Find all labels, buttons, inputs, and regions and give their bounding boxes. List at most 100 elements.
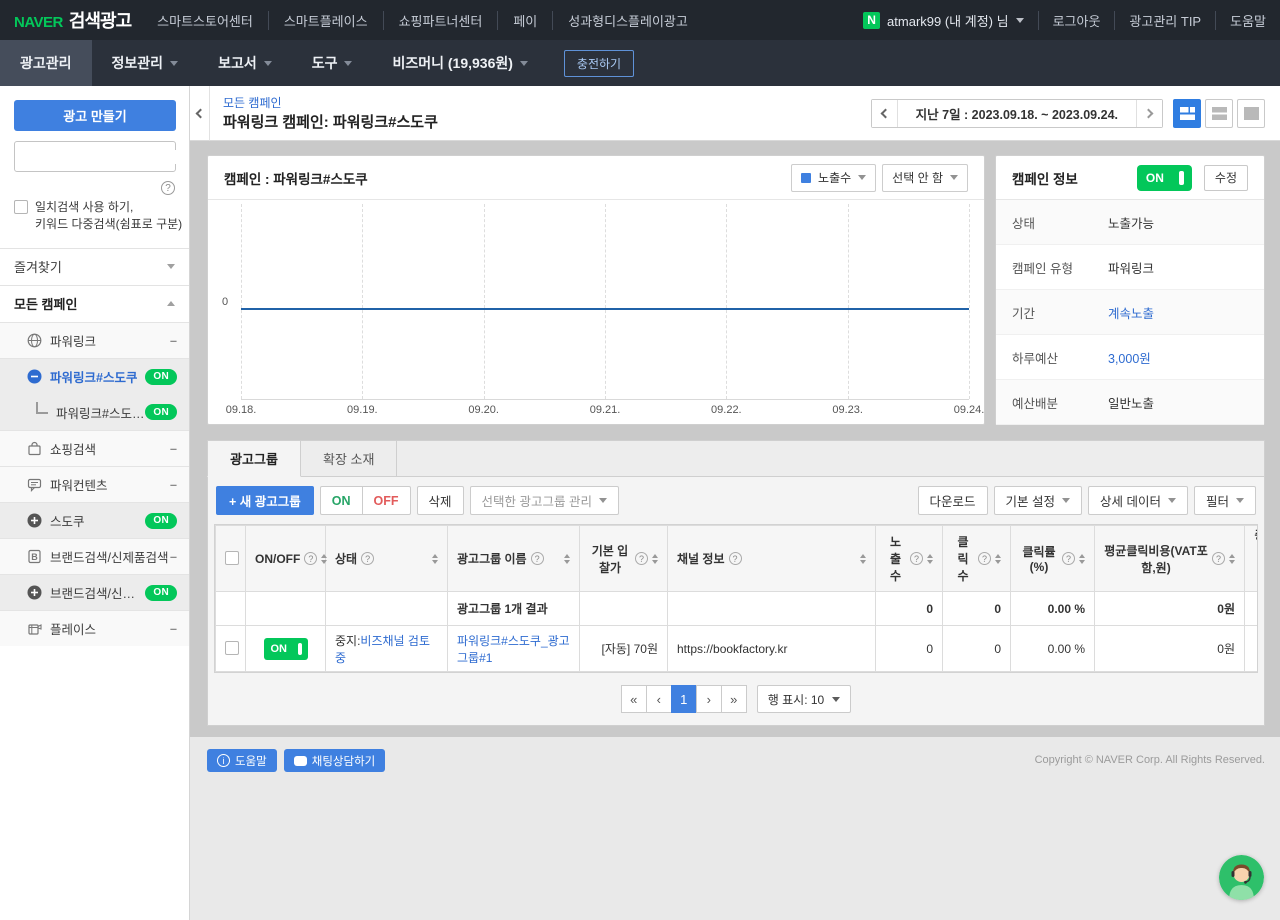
sort-icon[interactable] bbox=[652, 554, 658, 564]
select-all-checkbox[interactable] bbox=[225, 551, 239, 565]
status-badge[interactable]: ON bbox=[145, 369, 177, 385]
collapse-minus-icon[interactable]: – bbox=[170, 442, 177, 456]
top-link[interactable]: 광고관리 TIP bbox=[1114, 11, 1201, 30]
download-button[interactable]: 다운로드 bbox=[918, 486, 988, 515]
column-header-총비용(VAT포함,원)[interactable]: 총비용(VAT포함,원)? bbox=[1245, 526, 1259, 592]
sidebar-item-브랜드검색/신제품검색[interactable]: B브랜드검색/신제품검색– bbox=[0, 538, 189, 574]
status-badge[interactable]: ON bbox=[145, 585, 177, 601]
top-link[interactable]: 도움말 bbox=[1215, 11, 1266, 30]
help-icon[interactable]: ? bbox=[304, 552, 317, 565]
column-header-노출수[interactable]: 노출수? bbox=[876, 526, 943, 592]
collapse-minus-icon[interactable]: – bbox=[170, 550, 177, 564]
basic-setting-dropdown[interactable]: 기본 설정 bbox=[994, 486, 1082, 515]
help-icon[interactable]: ? bbox=[361, 552, 374, 565]
edit-button[interactable]: 수정 bbox=[1204, 165, 1248, 191]
top-menu-item[interactable]: 페이 bbox=[497, 11, 537, 30]
delete-button[interactable]: 삭제 bbox=[417, 486, 464, 515]
sidebar-item-파워링크[interactable]: 파워링크– bbox=[0, 322, 189, 358]
sidebar-item-all-campaigns[interactable]: 모든 캠페인 bbox=[0, 285, 189, 321]
column-header-클릭수[interactable]: 클릭수? bbox=[943, 526, 1011, 592]
column-header-평균클릭비용(VAT포함,원)[interactable]: 평균클릭비용(VAT포함,원)? bbox=[1095, 526, 1245, 592]
help-icon[interactable]: ? bbox=[978, 552, 991, 565]
gnb-item-도구[interactable]: 도구 bbox=[292, 40, 373, 86]
sidebar-item-플레이스[interactable]: 플레이스– bbox=[0, 610, 189, 646]
sidebar-item-파워링크#스도쿠_광…[interactable]: 파워링크#스도쿠_광…ON bbox=[0, 394, 189, 430]
breadcrumb[interactable]: 모든 캠페인 bbox=[223, 94, 282, 111]
sort-icon[interactable] bbox=[860, 554, 866, 564]
date-range-label[interactable]: 지난 7일 : 2023.09.18. ~ 2023.09.24. bbox=[897, 100, 1137, 127]
match-search-checkbox[interactable] bbox=[14, 200, 28, 214]
first-page-button[interactable]: « bbox=[621, 685, 647, 713]
sidebar-item-favorites[interactable]: 즐겨찾기 bbox=[0, 248, 189, 284]
footer-help-button[interactable]: i 도움말 bbox=[207, 749, 277, 772]
gnb-item-보고서[interactable]: 보고서 bbox=[198, 40, 292, 86]
info-value[interactable]: 3,000원 bbox=[1108, 348, 1151, 367]
column-header-ON/OFF[interactable]: ON/OFF? bbox=[246, 526, 326, 592]
sidebar-item-브랜드검색/신제품검색…[interactable]: 브랜드검색/신제품검색…ON bbox=[0, 574, 189, 610]
next-page-button[interactable]: › bbox=[696, 685, 722, 713]
sort-icon[interactable] bbox=[321, 554, 327, 564]
campaign-on-toggle[interactable]: ON bbox=[1137, 165, 1192, 191]
sort-icon[interactable] bbox=[995, 554, 1001, 564]
charge-button[interactable]: 충전하기 bbox=[564, 50, 634, 77]
status-badge[interactable]: ON bbox=[145, 404, 177, 420]
collapse-minus-icon[interactable]: – bbox=[170, 478, 177, 492]
sidebar-item-파워컨텐츠[interactable]: 파워컨텐츠– bbox=[0, 466, 189, 502]
sidebar-search[interactable] bbox=[14, 141, 176, 172]
date-prev-button[interactable] bbox=[872, 100, 897, 127]
row-checkbox[interactable] bbox=[225, 641, 239, 655]
collapse-minus-icon[interactable]: – bbox=[170, 334, 177, 348]
gnb-item-비즈머니 (19,936원)[interactable]: 비즈머니 (19,936원) bbox=[372, 40, 547, 86]
prev-page-button[interactable]: ‹ bbox=[646, 685, 672, 713]
date-next-button[interactable] bbox=[1137, 100, 1162, 127]
gnb-item-광고관리[interactable]: 광고관리 bbox=[0, 40, 92, 86]
chat-consult-button[interactable]: 채팅상담하기 bbox=[284, 749, 385, 772]
view-list-button[interactable] bbox=[1205, 99, 1233, 128]
help-icon[interactable]: ? bbox=[910, 552, 923, 565]
help-icon[interactable]: ? bbox=[1212, 552, 1225, 565]
sort-icon[interactable] bbox=[1229, 554, 1235, 564]
sort-icon[interactable] bbox=[564, 554, 570, 564]
off-button[interactable]: OFF bbox=[362, 486, 411, 515]
filter-dropdown[interactable]: 필터 bbox=[1194, 486, 1256, 515]
brand-logo[interactable]: NAVER 검색광고 bbox=[14, 7, 131, 33]
sort-icon[interactable] bbox=[1079, 554, 1085, 564]
view-full-button[interactable] bbox=[1237, 99, 1265, 128]
column-header-클릭률(%)[interactable]: 클릭률(%)? bbox=[1011, 526, 1095, 592]
column-header-상태[interactable]: 상태? bbox=[326, 526, 448, 592]
help-icon[interactable]: ? bbox=[161, 181, 175, 195]
tab-확장 소재[interactable]: 확장 소재 bbox=[301, 440, 397, 477]
adgroup-name-link[interactable]: 파워링크#스도쿠_광고그룹#1 bbox=[457, 634, 570, 665]
collapse-minus-icon[interactable]: – bbox=[170, 622, 177, 636]
help-icon[interactable]: ? bbox=[531, 552, 544, 565]
status-badge[interactable]: ON bbox=[145, 513, 177, 529]
sidebar-item-스도쿠[interactable]: 스도쿠ON bbox=[0, 502, 189, 538]
tab-광고그룹[interactable]: 광고그룹 bbox=[207, 440, 301, 477]
gnb-item-정보관리[interactable]: 정보관리 bbox=[92, 40, 199, 86]
current-page-button[interactable]: 1 bbox=[671, 685, 697, 713]
column-header-광고그룹 이름[interactable]: 광고그룹 이름? bbox=[448, 526, 580, 592]
detail-data-dropdown[interactable]: 상세 데이터 bbox=[1088, 486, 1188, 515]
help-icon[interactable]: ? bbox=[635, 552, 648, 565]
new-adgroup-button[interactable]: + 새 광고그룹 bbox=[216, 486, 314, 515]
sort-icon[interactable] bbox=[432, 554, 438, 564]
create-ad-button[interactable]: 광고 만들기 bbox=[14, 100, 176, 131]
manage-adgroup-dropdown[interactable]: 선택한 광고그룹 관리 bbox=[470, 486, 619, 515]
metric-dropdown[interactable]: 노출수 bbox=[791, 164, 876, 192]
sidebar-collapse-button[interactable] bbox=[190, 86, 210, 141]
view-split-button[interactable] bbox=[1173, 99, 1201, 128]
column-header-채널 정보[interactable]: 채널 정보? bbox=[668, 526, 876, 592]
top-menu-item[interactable]: 스마트플레이스 bbox=[268, 11, 368, 30]
on-button[interactable]: ON bbox=[320, 486, 363, 515]
help-icon[interactable]: ? bbox=[1062, 552, 1075, 565]
top-menu-item[interactable]: 성과형디스플레이광고 bbox=[552, 11, 688, 30]
top-menu-item[interactable]: 쇼핑파트너센터 bbox=[383, 11, 483, 30]
rows-per-page-dropdown[interactable]: 행 표시: 10 bbox=[757, 685, 851, 713]
top-link[interactable]: 로그아웃 bbox=[1038, 11, 1101, 30]
account-menu[interactable]: atmark99 (내 계정) 님 bbox=[887, 11, 1024, 30]
last-page-button[interactable]: » bbox=[721, 685, 747, 713]
help-icon[interactable]: ? bbox=[729, 552, 742, 565]
adgroup-on-toggle[interactable]: ON bbox=[264, 638, 308, 660]
top-menu-item[interactable]: 스마트스토어센터 bbox=[157, 11, 253, 30]
sidebar-item-파워링크#스도쿠[interactable]: 파워링크#스도쿠ON bbox=[0, 358, 189, 394]
